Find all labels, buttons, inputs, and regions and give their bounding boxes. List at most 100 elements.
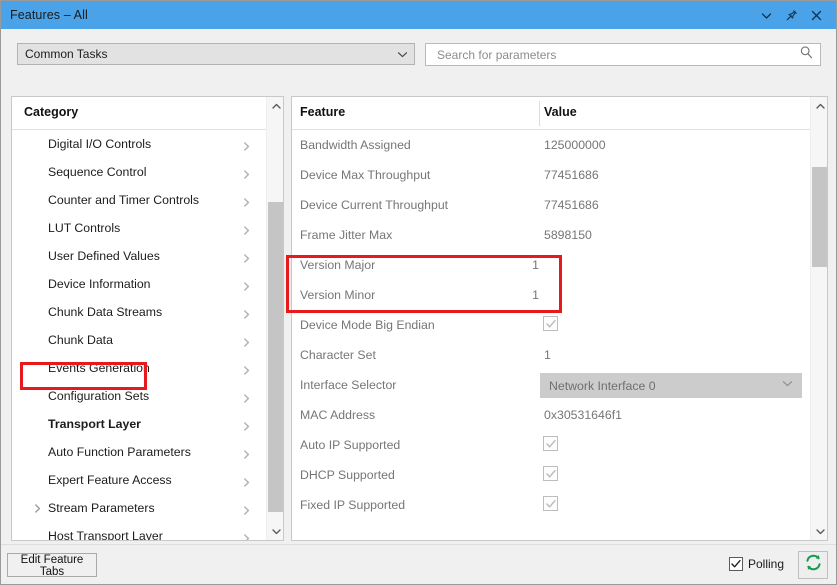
chevron-right-icon[interactable] [241,363,252,375]
category-item-label: Chunk Data [48,333,113,347]
category-item-lut-controls[interactable]: LUT Controls [12,214,265,242]
window-title: Features – All [10,8,88,22]
feature-scroll-thumb[interactable] [812,167,827,267]
category-list[interactable]: Digital I/O Controls Sequence Control Coun… [12,130,265,540]
category-item-chunk-data-streams[interactable]: Chunk Data Streams [12,298,265,326]
feature-value-checkbox[interactable] [543,466,558,481]
category-item-label: Chunk Data Streams [48,305,163,319]
chevron-right-icon[interactable] [241,251,252,263]
feature-name: Device Max Throughput [300,168,431,182]
feature-value-dropdown[interactable]: Network Interface 0 [540,373,802,398]
chevron-right-icon[interactable] [241,167,252,179]
common-tasks-dropdown[interactable]: Common Tasks [17,43,415,65]
category-item-transport-layer[interactable]: Transport Layer [12,410,265,438]
category-item-user-defined-values[interactable]: User Defined Values [12,242,265,270]
chevron-right-icon[interactable] [241,307,252,319]
feature-value-checkbox[interactable] [543,316,558,331]
chevron-right-icon[interactable] [31,502,43,514]
chevron-right-icon[interactable] [241,279,252,291]
chevron-right-icon[interactable] [241,503,252,515]
search-icon[interactable] [799,45,814,65]
category-header: Category [12,97,283,130]
category-item-label: Digital I/O Controls [48,137,152,151]
category-item-label: Stream Parameters [48,501,155,515]
feature-header: Feature Value [292,97,827,130]
chevron-down-icon[interactable] [759,8,774,23]
feature-name: Character Set [300,348,376,362]
feature-row[interactable]: Frame Jitter Max 5898150 [292,220,809,250]
feature-name: Version Minor [300,288,376,302]
chevron-right-icon[interactable] [241,391,252,403]
category-scroll-thumb[interactable] [268,202,283,512]
refresh-button[interactable] [798,551,828,579]
category-scrollbar[interactable] [266,97,283,540]
feature-row[interactable]: Device Mode Big Endian [292,310,809,340]
feature-name: Version Major [300,258,376,272]
category-item-events-generation[interactable]: Events Generation [12,354,265,382]
search-box[interactable] [425,43,821,66]
feature-list[interactable]: Bandwidth Assigned 125000000 Device Max Th… [292,130,809,540]
feature-name: Fixed IP Supported [300,498,406,512]
category-panel: Category Digital I/O Controls Sequence Co… [11,96,284,541]
chevron-right-icon[interactable] [241,139,252,151]
feature-scrollbar[interactable] [810,97,827,540]
feature-row[interactable]: Fixed IP Supported [292,490,809,520]
category-item-label: Device Information [48,277,151,291]
pin-icon[interactable] [784,8,799,23]
status-bar: Edit Feature Tabs Polling [1,544,836,584]
feature-value-checkbox[interactable] [543,436,558,451]
chevron-right-icon[interactable] [241,223,252,235]
category-item-stream-parameters[interactable]: Stream Parameters [12,494,265,522]
feature-row[interactable]: MAC Address 0x30531646f1 [292,400,809,430]
chevron-right-icon[interactable] [241,447,252,459]
chevron-right-icon[interactable] [241,475,252,487]
polling-checkbox-box[interactable] [728,557,743,571]
category-item-host-transport-layer[interactable]: Host Transport Layer [12,522,265,540]
feature-row[interactable]: Character Set 1 [292,340,809,370]
feature-name: Auto IP Supported [300,438,401,452]
feature-value: 1 [532,288,539,302]
feature-row[interactable]: Version Major 1 [292,250,809,280]
column-divider [539,101,540,126]
category-item-counter-and-timer-controls[interactable]: Counter and Timer Controls [12,186,265,214]
chevron-right-icon[interactable] [241,531,252,540]
edit-feature-tabs-button[interactable]: Edit Feature Tabs [7,553,97,578]
feature-value-dropdown-label: Network Interface 0 [549,378,656,393]
category-item-configuration-sets[interactable]: Configuration Sets [12,382,265,410]
category-item-sequence-control[interactable]: Sequence Control [12,158,265,186]
category-item-auto-function-parameters[interactable]: Auto Function Parameters [12,438,265,466]
close-icon[interactable] [809,8,824,23]
category-item-digital-i-o-controls[interactable]: Digital I/O Controls [12,130,265,158]
search-input[interactable] [435,46,799,63]
scroll-down-icon[interactable] [267,522,283,540]
chevron-right-icon[interactable] [241,335,252,347]
chevron-right-icon[interactable] [241,195,252,207]
feature-row[interactable]: Device Current Throughput 77451686 [292,190,809,220]
category-item-chunk-data[interactable]: Chunk Data [12,326,265,354]
feature-row[interactable]: Auto IP Supported [292,430,809,460]
feature-name: Device Mode Big Endian [300,318,435,332]
feature-row[interactable]: DHCP Supported [292,460,809,490]
category-item-label: LUT Controls [48,221,121,235]
category-item-label: Auto Function Parameters [48,445,191,459]
scroll-down-icon[interactable] [811,522,827,540]
scroll-up-icon[interactable] [267,97,283,115]
category-item-expert-feature-access[interactable]: Expert Feature Access [12,466,265,494]
toolbar: Common Tasks [1,29,836,73]
scroll-up-icon[interactable] [811,97,827,115]
feature-value: 0x30531646f1 [544,408,622,422]
feature-name: MAC Address [300,408,376,422]
category-item-device-information[interactable]: Device Information [12,270,265,298]
category-item-label: Sequence Control [48,165,147,179]
feature-row[interactable]: Version Minor 1 [292,280,809,310]
polling-checkbox[interactable]: Polling [728,557,784,571]
feature-row[interactable]: Device Max Throughput 77451686 [292,160,809,190]
feature-name: Interface Selector [300,378,397,392]
feature-row[interactable]: Bandwidth Assigned 125000000 [292,130,809,160]
refresh-icon [804,553,823,577]
category-item-label: Events Generation [48,361,150,375]
feature-row[interactable]: Interface Selector Network Interface 0 [292,370,809,400]
chevron-right-icon[interactable] [241,419,252,431]
common-tasks-value: Common Tasks [25,47,108,61]
feature-value-checkbox[interactable] [543,496,558,511]
